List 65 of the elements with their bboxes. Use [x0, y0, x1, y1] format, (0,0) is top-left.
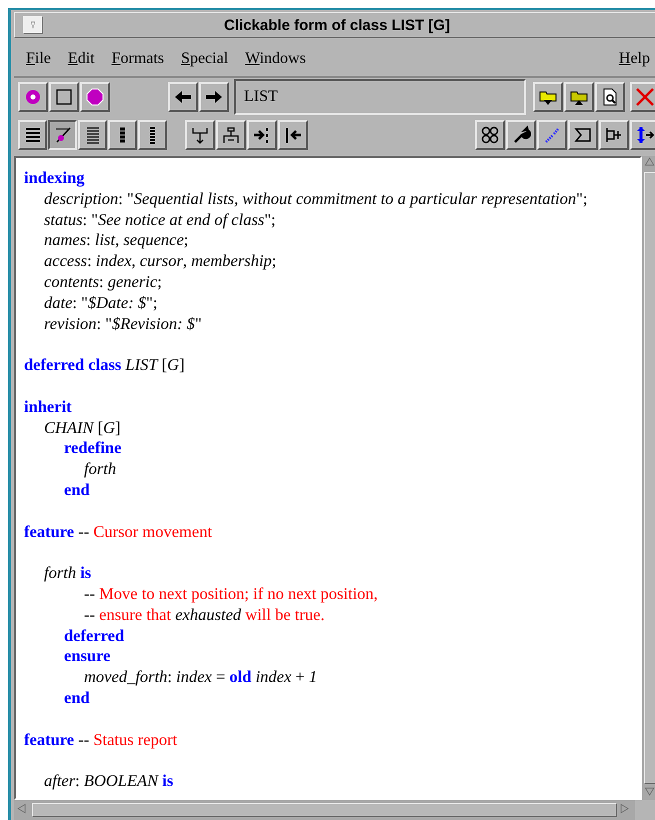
- toolbar-button[interactable]: [533, 82, 563, 112]
- bracket-tree-icon: [604, 125, 624, 145]
- code-line: contents: generic;: [44, 272, 162, 293]
- code-line: feature -- Cursor movement: [24, 522, 212, 542]
- code-line: CHAIN [G]: [44, 418, 121, 438]
- menu-item[interactable]: Edit: [68, 50, 95, 68]
- window-menu-button[interactable]: [23, 16, 43, 34]
- toolbar-button[interactable]: [506, 120, 536, 150]
- toolbar-button[interactable]: [568, 120, 598, 150]
- menu-item[interactable]: Help: [618, 50, 650, 68]
- code-line: end: [64, 480, 90, 501]
- menu-item[interactable]: Windows: [245, 50, 306, 68]
- stacked-lines-icon: [149, 125, 156, 145]
- code-line: deferred class LIST [G]: [24, 355, 185, 376]
- toolbar-button[interactable]: [199, 82, 229, 112]
- menu-item[interactable]: Special: [181, 50, 228, 68]
- code-line: access: index, cursor, membership;: [44, 251, 276, 272]
- code-line: redefine: [64, 438, 122, 460]
- code-line: indexing: [24, 168, 85, 189]
- code-line: feature -- Status report: [24, 730, 178, 750]
- triangle-down-icon: [30, 19, 36, 31]
- toolbar-button[interactable]: [168, 82, 198, 112]
- menu-item[interactable]: Formats: [112, 50, 164, 68]
- octagon-icon: [85, 87, 105, 107]
- toolbar-button[interactable]: [80, 82, 110, 112]
- updown-arrows-icon: [635, 125, 655, 145]
- toolbar-button[interactable]: [216, 120, 246, 150]
- code-line: after: BOOLEAN is: [44, 771, 174, 792]
- code-line: deferred: [64, 626, 124, 646]
- tree-up-icon: [221, 125, 241, 145]
- arrow-left-bar-icon: [283, 125, 303, 145]
- code-line: inherit: [24, 396, 72, 418]
- toolbar-button[interactable]: [564, 82, 594, 112]
- code-line: -- ensure that exhausted will be true.: [84, 604, 325, 626]
- toolbar-button[interactable]: [247, 120, 277, 150]
- ring-dot-icon: [23, 87, 43, 107]
- code-line: ensure: [64, 646, 110, 668]
- toolbar-button[interactable]: [185, 120, 215, 150]
- horizontal-scrollbar[interactable]: [14, 800, 635, 820]
- code-line: forth: [84, 459, 116, 480]
- close-icon: [635, 87, 655, 107]
- code-line: revision: "$Revision: $": [44, 314, 202, 334]
- code-line: names: list, sequence;: [44, 230, 188, 252]
- vertical-scrollbar[interactable]: [642, 156, 655, 800]
- class-name-field[interactable]: LIST: [234, 79, 526, 115]
- code-line: moved_forth: index = old index + 1: [84, 667, 318, 688]
- toolbar-button[interactable]: [49, 82, 79, 112]
- toolbar-button[interactable]: [595, 82, 625, 112]
- short-lines-icon: [119, 125, 126, 145]
- toolbar-button[interactable]: [475, 120, 505, 150]
- toolbar-button[interactable]: [278, 120, 308, 150]
- code-line: date: "$Date: $";: [44, 292, 158, 314]
- code-line: forth is: [44, 563, 92, 584]
- four-circles-icon: [480, 125, 500, 145]
- window-title: Clickable form of class LIST [G]: [223, 16, 451, 34]
- menu-item[interactable]: File: [26, 50, 51, 68]
- code-line: description: "Sequential lists, without commitment to a particular representation";: [44, 188, 588, 210]
- format-button[interactable]: [48, 120, 77, 150]
- code-line: end: [64, 688, 90, 709]
- square-icon: [54, 87, 74, 107]
- toolbar-button[interactable]: [630, 120, 655, 150]
- toolbar-button[interactable]: [599, 120, 629, 150]
- tree-down-icon: [190, 125, 210, 145]
- code-line: status: "See notice at end of class";: [44, 210, 276, 230]
- code-line: -- Move to next position; if no next position,: [84, 584, 378, 605]
